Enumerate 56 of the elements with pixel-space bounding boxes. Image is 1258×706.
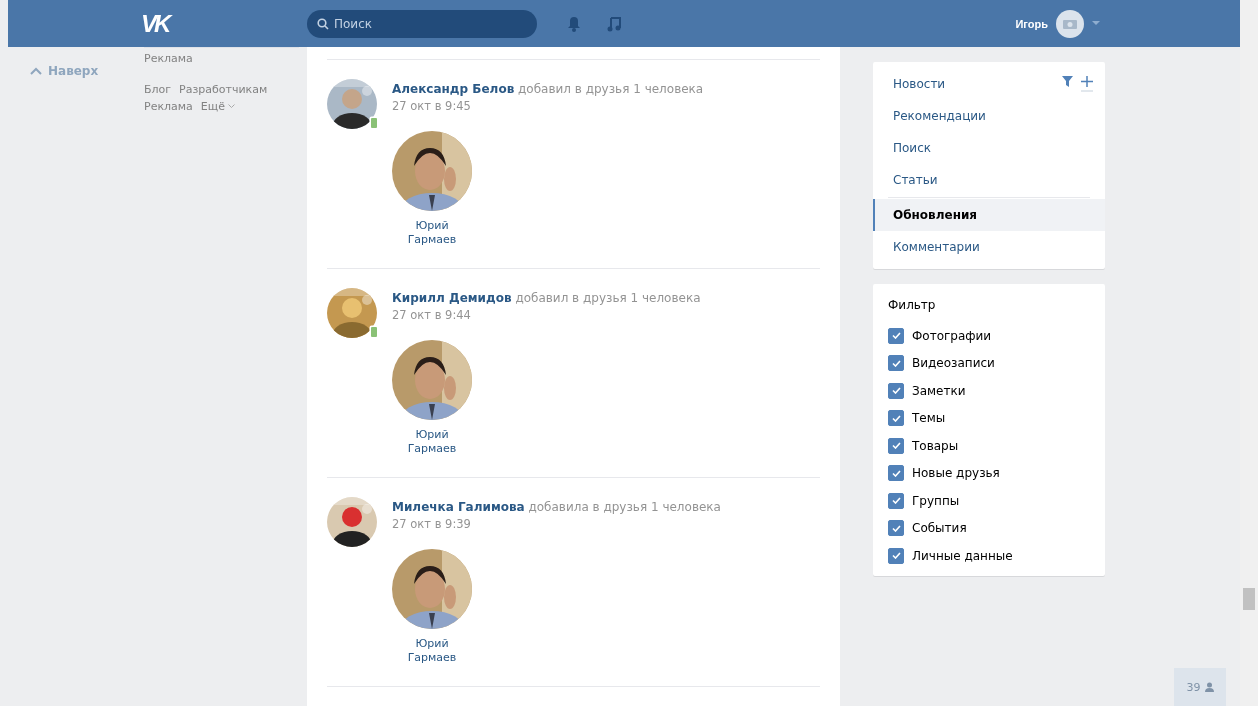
checkbox[interactable] [888,465,904,482]
check-icon [891,414,901,422]
check-icon [891,442,901,450]
check-icon [891,497,901,505]
check-icon [891,332,901,340]
caret-icon[interactable] [1092,21,1100,26]
filter-option[interactable]: Темы [873,404,1105,432]
author-link[interactable]: Кирилл Демидов [392,291,512,305]
check-icon [891,387,901,395]
author-link[interactable]: Милечка Галимова [392,500,525,514]
user-name[interactable]: Игорь [1015,17,1048,30]
menu-item[interactable]: Обновления [873,199,1105,231]
friend-name[interactable]: Юрий Гармаев [397,637,467,665]
checkbox[interactable] [888,410,904,427]
ad-label: Реклама [144,52,194,65]
filter-option[interactable]: Фотографии [873,322,1105,350]
check-icon [891,552,901,560]
checkbox[interactable] [888,355,904,372]
person-icon [1204,682,1214,692]
menu-item[interactable]: Новости [873,68,1105,100]
camera-icon [1063,18,1077,29]
search-field[interactable]: Поиск [307,9,537,38]
filter-title: Фильтр [887,297,937,314]
checkbox[interactable] [888,547,904,564]
chevron-up-icon [30,67,42,75]
friend-name[interactable]: Юрий Гармаев [397,428,467,456]
menu-item[interactable]: Статьи [873,164,1105,196]
chevron-down-icon [227,104,235,109]
filter-option[interactable]: Видеозаписи [873,349,1105,377]
post-headline: Милечка Галимова добавила в друзья 1 человека [392,500,721,514]
friend-name[interactable]: Юрий Гармаев [397,219,467,247]
logo[interactable]: VK [141,9,181,38]
check-icon [891,359,901,367]
checkbox[interactable] [888,437,904,454]
filter-option[interactable]: Товары [873,432,1105,460]
user-avatar[interactable] [1056,9,1084,38]
post-headline: Кирилл Демидов добавил в друзья 1 человека [392,291,701,305]
filter-option[interactable]: Личные данные [873,542,1105,570]
checkbox[interactable] [888,382,904,399]
filter-icon[interactable] [1062,76,1073,87]
menu-item[interactable]: Комментарии [873,231,1105,263]
filter-option[interactable]: События [873,514,1105,542]
menu-item[interactable]: Поиск [873,132,1105,164]
post-headline: Александр Белов добавил в друзья 1 человека [392,82,704,96]
filter-option[interactable]: Группы [873,487,1105,515]
filter-option[interactable]: Заметки [873,377,1105,405]
checkbox[interactable] [888,492,904,509]
filter-option[interactable]: Новые друзья [873,459,1105,487]
check-icon [891,524,901,532]
author-link[interactable]: Александр Белов [392,82,515,96]
checkbox[interactable] [888,520,904,537]
menu-item[interactable]: Рекомендации [873,100,1105,132]
search-icon [317,17,329,30]
checkbox[interactable] [888,327,904,344]
check-icon [891,469,901,477]
add-icon[interactable] [1081,76,1093,92]
